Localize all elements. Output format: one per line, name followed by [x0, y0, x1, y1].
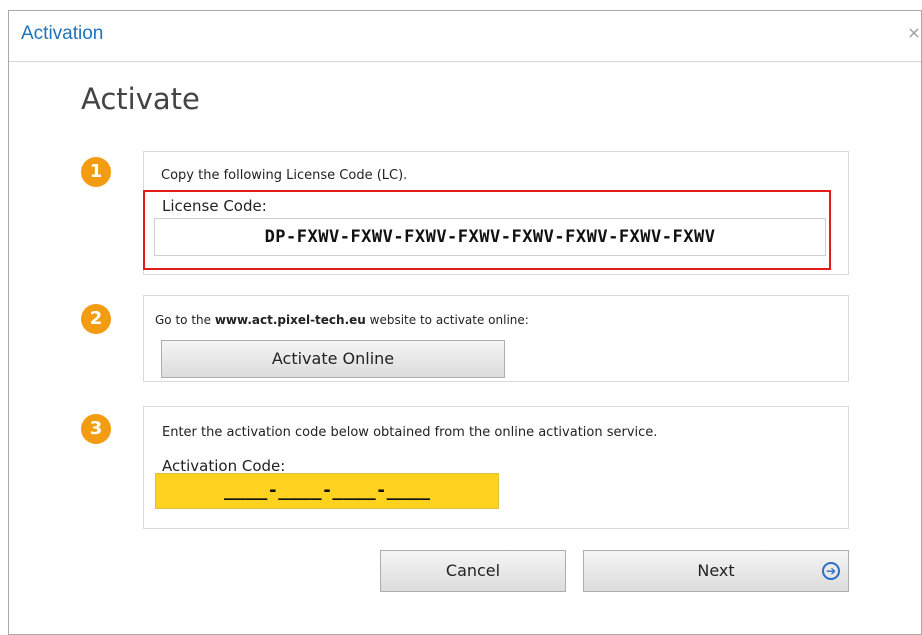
- step-3-badge-icon: 3: [81, 414, 111, 444]
- close-icon[interactable]: ×: [907, 23, 921, 42]
- step-2-instruction-prefix: Go to the: [155, 313, 215, 327]
- step-1-instruction: Copy the following License Code (LC).: [161, 168, 408, 183]
- title-bar: Activation ×: [9, 11, 921, 62]
- window-title: Activation: [21, 23, 104, 44]
- step-2-badge-icon: 2: [81, 304, 111, 334]
- arrow-circle-right-icon: ➔: [822, 562, 840, 580]
- step-2-instruction: Go to the www.act.pixel-tech.eu website …: [155, 313, 529, 327]
- license-code-field[interactable]: DP-FXWV-FXWV-FXWV-FXWV-FXWV-FXWV-FXWV-FX…: [154, 218, 826, 256]
- next-button-label: Next: [697, 561, 735, 580]
- step-1-badge-icon: 1: [81, 157, 111, 187]
- next-button[interactable]: Next ➔: [583, 550, 849, 592]
- step-2-instruction-suffix: website to activate online:: [365, 313, 529, 327]
- step-3-instruction: Enter the activation code below obtained…: [162, 425, 658, 440]
- license-code-label: License Code:: [162, 197, 267, 215]
- cancel-button[interactable]: Cancel: [380, 550, 566, 592]
- page-title: Activate: [81, 82, 200, 116]
- activate-online-button[interactable]: Activate Online: [161, 340, 505, 378]
- activation-code-field[interactable]: ____-____-____-____: [155, 473, 499, 509]
- website-link[interactable]: www.act.pixel-tech.eu: [215, 313, 366, 327]
